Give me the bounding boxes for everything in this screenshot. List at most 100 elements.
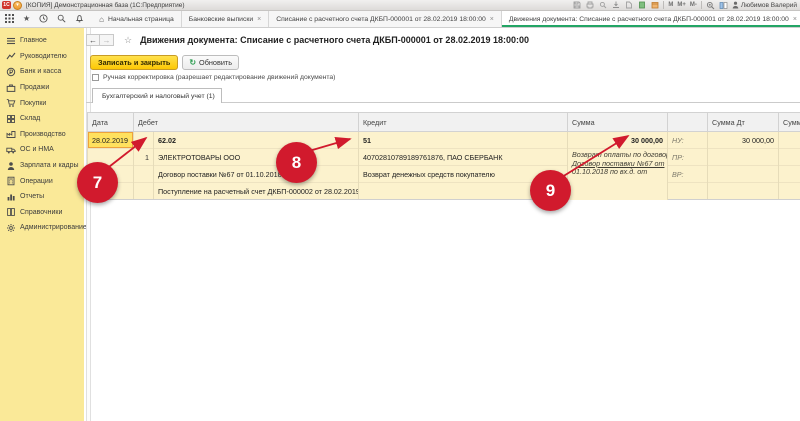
sidebar-item-spravochniki[interactable]: Справочники [0,205,84,221]
sidebar-item-prodazhi[interactable]: Продажи [0,80,84,96]
cell-debit-analytics-2[interactable]: Договор поставки №67 от 01.10.2018 [153,165,359,183]
layout-columns-icon[interactable] [719,1,728,10]
cell-flag-pr[interactable]: ПР: [667,148,708,166]
sidebar-item-os-i-nma[interactable]: ОС и НМА [0,142,84,158]
table-row[interactable]: 28.02.2019 62.02 51 30 000,00 НУ: 30 000… [87,131,800,149]
cell-empty[interactable] [87,182,134,200]
main-menu-button[interactable]: ▾ [13,0,22,10]
cell-empty[interactable] [707,165,779,183]
cell-empty[interactable] [133,182,154,200]
cell-line-number[interactable]: 1 [133,148,154,166]
cell-empty[interactable] [778,182,800,200]
cell-sum-dt[interactable]: 30 000,00 [707,131,779,149]
export-icon[interactable] [611,1,620,10]
page-title: Движения документа: Списание с расчетног… [140,35,530,45]
memory-m-minus-button[interactable]: М- [690,2,697,8]
cell-debit-analytics-1[interactable]: ЭЛЕКТРОТОВАРЫ ООО [153,148,359,166]
cell-empty[interactable] [778,148,800,166]
cell-flag-nu[interactable]: НУ: [667,131,708,149]
sidebar-item-administrirovanie[interactable]: Администрирование [0,220,87,236]
col-header-sum-kt[interactable]: Сумма Кт [778,112,800,132]
document-green-icon[interactable] [637,1,646,10]
1c-application-window: 1С ▾ [КОПИЯ] Демонстрационная база (1С:П… [0,0,800,421]
cell-debit-account[interactable]: 62.02 [153,131,359,149]
table-header-row: Дата Дебет Кредит Сумма Сумма Дт Сумма К… [87,112,800,132]
sidebar-item-zarplata-i-kadry[interactable]: Зарплата и кадры [0,158,84,174]
sidebar-item-bank-i-kassa[interactable]: Банк и касса [0,64,84,80]
tab-bank-statements[interactable]: Банковские выписки × [181,11,270,27]
forward-button[interactable]: → [100,34,114,46]
gear-icon [7,223,15,232]
bar-chart-icon [7,194,15,201]
table-row[interactable]: 1 ЭЛЕКТРОТОВАРЫ ООО 40702810789189761876… [87,148,800,200]
cell-sum[interactable]: 30 000,00 [567,131,668,149]
cell-empty[interactable] [707,148,779,166]
preview-icon[interactable] [598,1,607,10]
apps-grid-icon[interactable] [5,13,14,25]
cell-empty[interactable] [707,182,779,200]
cell-date-selected[interactable]: 28.02.2019 [87,131,134,149]
cell-debit-analytics-3[interactable]: Поступление на расчетный счет ДКБП-00000… [153,182,359,200]
sheet-tab-label: Бухгалтерский и налоговый учет (1) [102,92,215,100]
comment-line: 01.10.2018 по вх.д. от [572,167,648,177]
current-user[interactable]: Любимов Валерий [732,1,797,9]
sidebar-item-label: Покупки [20,99,47,107]
cell-empty[interactable] [778,165,800,183]
cell-lineno-spacer[interactable] [133,131,154,149]
sidebar-item-sklad[interactable]: Склад [0,111,84,127]
open-file-icon[interactable] [624,1,633,10]
cell-sum-kt[interactable] [778,131,800,149]
save-icon[interactable] [572,1,581,10]
sidebar-splitter[interactable] [86,28,91,421]
cell-empty[interactable] [667,182,708,200]
sidebar-item-proizvodstvo[interactable]: Производство [0,127,84,143]
refresh-button[interactable]: ↻ Обновить [182,55,240,70]
cell-credit-account[interactable]: 51 [358,131,568,149]
search-icon[interactable] [57,14,66,25]
col-header-blank[interactable] [667,112,708,132]
cell-credit-analytics-2[interactable]: Возврат денежных средств покупателю [358,165,568,183]
cell-empty[interactable] [87,148,134,166]
memory-m-plus-button[interactable]: М+ [677,2,686,8]
close-icon[interactable]: × [793,16,797,23]
col-header-date[interactable]: Дата [87,112,134,132]
home-icon: ⌂ [99,14,105,24]
tab-accounting-register[interactable]: Бухгалтерский и налоговый учет (1) [92,88,222,103]
cell-sum-comment[interactable]: Возврат оплаты по договору Договор поста… [567,148,668,200]
notifications-bell-icon[interactable] [75,14,84,25]
memory-m-button[interactable]: М [668,2,673,8]
tab-label: Банковские выписки [188,15,254,23]
close-icon[interactable]: × [490,16,494,23]
back-button[interactable]: ← [86,34,100,46]
print-icon[interactable] [585,1,594,10]
col-header-sum-dt[interactable]: Сумма Дт [707,112,779,132]
sidebar-item-glavnoe[interactable]: Главное [0,33,84,49]
col-header-debit[interactable]: Дебет [133,112,359,132]
col-header-sum[interactable]: Сумма [567,112,668,132]
favorites-star-icon[interactable]: ★ [23,15,30,23]
col-header-credit[interactable]: Кредит [358,112,568,132]
cell-credit-analytics-1[interactable]: 40702810789189761876, ПАО СБЕРБАНК [358,148,568,166]
save-and-close-button[interactable]: Записать и закрыть [90,55,179,70]
cell-flag-vr[interactable]: ВР: [667,165,708,183]
tab-document-movements[interactable]: Движения документа: Списание с расчетног… [501,11,800,27]
close-icon[interactable]: × [257,16,261,23]
sidebar-item-pokupki[interactable]: Покупки [0,95,84,111]
manual-adjustment-row: Ручная корректировка (разрешает редактир… [92,74,335,81]
cell-empty[interactable] [87,165,134,183]
sidebar-item-operacii[interactable]: Операции [0,173,84,189]
sidebar-item-rukovoditelyu[interactable]: Руководителю [0,49,84,65]
table-row[interactable]: Договор поставки №67 от 01.10.2018 Возвр… [87,165,800,183]
cell-empty[interactable] [133,165,154,183]
history-clock-icon[interactable] [39,13,48,25]
tab-home[interactable]: ⌂ Начальная страница [92,11,182,27]
sidebar-item-otchety[interactable]: Отчеты [0,189,84,205]
cell-empty[interactable] [358,182,568,200]
tab-writeoff-document[interactable]: Списание с расчетного счета ДКБП-000001 … [269,11,502,27]
hamburger-icon [7,37,15,44]
manual-adjustment-checkbox[interactable] [92,74,99,81]
zoom-in-icon[interactable] [706,1,715,10]
calendar-icon[interactable] [650,1,659,10]
table-row[interactable]: Поступление на расчетный счет ДКБП-00000… [87,182,800,200]
favorite-star-icon[interactable]: ☆ [124,35,132,46]
